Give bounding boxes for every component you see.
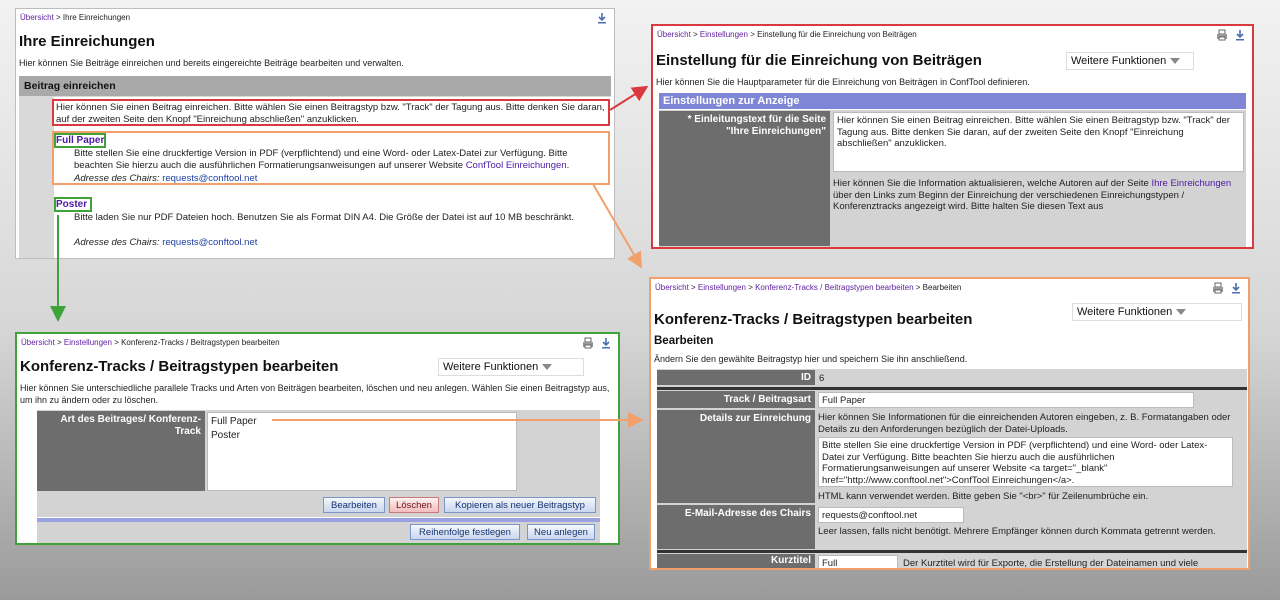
conftool-link[interactable]: ConfTool Einreichungen xyxy=(466,160,567,171)
breadcrumb-current: Bearbeiten xyxy=(922,283,962,292)
breadcrumb-current: Konferenz-Tracks / Beitragstypen bearbei… xyxy=(121,338,280,347)
email-input[interactable]: requests@conftool.net xyxy=(818,507,964,523)
new-button[interactable]: Neu anlegen xyxy=(527,524,595,540)
list-item[interactable]: Poster xyxy=(211,429,513,443)
html-note: HTML kann verwendet werden. Bitte geben … xyxy=(818,491,1149,502)
breadcrumb-tracks-link[interactable]: Konferenz-Tracks / Beitragstypen bearbei… xyxy=(755,283,913,292)
details-textarea[interactable]: Bitte stellen Sie eine druckfertige Vers… xyxy=(818,437,1233,487)
page-icons xyxy=(596,12,608,24)
page-icons xyxy=(1216,29,1246,41)
breadcrumb-settings-link[interactable]: Einstellungen xyxy=(64,338,112,347)
breadcrumb: Übersicht > Einstellungen > Einstellung … xyxy=(657,30,917,39)
more-functions-dropdown[interactable]: Weitere Funktionen xyxy=(1072,303,1242,321)
edit-button[interactable]: Bearbeiten xyxy=(323,497,385,513)
chair-email-link[interactable]: requests@conftool.net xyxy=(162,237,257,248)
download-icon[interactable] xyxy=(596,12,608,24)
poster-description: Bitte laden Sie nur PDF Dateien hoch. Be… xyxy=(74,212,575,223)
track-label: Track / Beitragsart xyxy=(657,391,815,408)
full-paper-chair: Adresse des Chairs: requests@conftool.ne… xyxy=(74,173,257,185)
divider xyxy=(657,387,1247,390)
type-poster-link[interactable]: Poster xyxy=(56,199,87,210)
download-icon[interactable] xyxy=(1230,282,1242,294)
breadcrumb-home-link[interactable]: Übersicht xyxy=(657,30,691,39)
short-title-label: Kurztitel xyxy=(657,554,815,568)
chevron-down-icon xyxy=(1176,309,1187,315)
chevron-down-icon xyxy=(542,364,553,370)
more-functions-dropdown[interactable]: Weitere Funktionen xyxy=(438,358,584,376)
page-description: Hier können Sie Beiträge einreichen und … xyxy=(19,58,404,68)
panel-tracks-bearbeiten: Übersicht > Einstellungen > Konferenz-Tr… xyxy=(649,277,1250,570)
page-icons xyxy=(582,337,612,349)
divider xyxy=(657,550,1247,553)
breadcrumb: Übersicht > Einstellungen > Konferenz-Tr… xyxy=(655,283,962,292)
page-description: Hier können Sie die Hauptparameter für d… xyxy=(656,77,1030,87)
breadcrumb-current: Ihre Einreichungen xyxy=(62,13,131,22)
delete-button[interactable]: Löschen xyxy=(389,497,439,513)
page-title: Ihre Einreichungen xyxy=(19,33,155,50)
track-listbox[interactable]: Full Paper Poster xyxy=(207,412,517,491)
intro-help: Hier können Sie die Information aktualis… xyxy=(833,178,1243,212)
more-functions-dropdown[interactable]: Weitere Funktionen xyxy=(1066,52,1194,70)
section-header: Einstellungen zur Anzeige xyxy=(659,93,1246,109)
chevron-down-icon xyxy=(1170,58,1181,64)
page-icons xyxy=(1212,282,1242,294)
breadcrumb-home-link[interactable]: Übersicht xyxy=(21,338,55,347)
id-value: 6 xyxy=(819,373,825,384)
short-title-help: Der Kurztitel wird für Exporte, die Erst… xyxy=(903,558,1199,569)
page-title: Einstellung für die Einreichung von Beit… xyxy=(656,52,982,69)
track-name-input[interactable]: Full Paper xyxy=(818,392,1194,408)
intro-text-textarea[interactable]: Hier können Sie einen Beitrag einreichen… xyxy=(833,112,1244,172)
email-label: E-Mail-Adresse des Chairs xyxy=(657,505,815,549)
breadcrumb: Übersicht > Ihre Einreichungen xyxy=(20,13,131,22)
breadcrumb-current: Einstellung für die Einreichung von Beit… xyxy=(757,30,917,39)
breadcrumb-settings-link[interactable]: Einstellungen xyxy=(698,283,746,292)
section-header: Beitrag einreichen xyxy=(19,76,611,96)
email-help: Leer lassen, falls nicht benötigt. Mehre… xyxy=(818,526,1216,537)
more-functions-label: Weitere Funktionen xyxy=(443,361,539,373)
chair-label: Adresse des Chairs: xyxy=(74,173,160,184)
panel-ihre-einreichungen: Übersicht > Ihre Einreichungen Ihre Einr… xyxy=(15,8,615,259)
help-text-rest: über den Links zum Beginn der Einreichun… xyxy=(833,189,1185,213)
panel-einstellung-einreichung: Übersicht > Einstellungen > Einstellung … xyxy=(651,24,1254,249)
details-label: Details zur Einreichung xyxy=(657,410,815,503)
breadcrumb-settings-link[interactable]: Einstellungen xyxy=(700,30,748,39)
type-full-paper-link[interactable]: Full Paper xyxy=(56,135,104,146)
track-list-label: Art des Beitrages/ Konferenz-Track xyxy=(37,411,205,491)
red-arrow xyxy=(609,85,649,111)
print-icon[interactable] xyxy=(1212,282,1224,294)
print-icon[interactable] xyxy=(582,337,594,349)
help-link[interactable]: Ihre Einreichungen xyxy=(1151,178,1231,189)
intro-text-label: * Einleitungstext für die Seite "Ihre Ei… xyxy=(659,111,830,246)
id-label: ID xyxy=(657,370,815,385)
breadcrumb-home-link[interactable]: Übersicht xyxy=(655,283,689,292)
panel-tracks-liste: Übersicht > Einstellungen > Konferenz-Tr… xyxy=(15,332,620,545)
chair-email-link[interactable]: requests@conftool.net xyxy=(162,173,257,184)
order-button[interactable]: Reihenfolge festlegen xyxy=(410,524,520,540)
page-title: Konferenz-Tracks / Beitragstypen bearbei… xyxy=(20,358,339,375)
poster-chair: Adresse des Chairs: requests@conftool.ne… xyxy=(74,237,257,249)
details-help: Hier können Sie Informationen für die ei… xyxy=(818,412,1231,435)
full-paper-text: Bitte stellen Sie eine druckfertige Vers… xyxy=(74,148,570,171)
intro-text: Hier können Sie einen Beitrag einreichen… xyxy=(56,102,605,125)
page-description: Ändern Sie den gewählte Beitragstyp hier… xyxy=(654,354,968,364)
download-icon[interactable] xyxy=(1234,29,1246,41)
chair-label: Adresse des Chairs: xyxy=(74,237,160,248)
page-subtitle: Bearbeiten xyxy=(654,335,714,347)
page-description: Hier können Sie unterschiedliche paralle… xyxy=(20,383,610,405)
breadcrumb: Übersicht > Einstellungen > Konferenz-Tr… xyxy=(21,338,280,347)
copy-button[interactable]: Kopieren als neuer Beitragstyp xyxy=(444,497,596,513)
print-icon[interactable] xyxy=(1216,29,1228,41)
help-text: Hier können Sie die Information aktualis… xyxy=(833,178,1149,189)
list-item[interactable]: Full Paper xyxy=(211,415,513,429)
more-functions-label: Weitere Funktionen xyxy=(1071,55,1167,67)
more-functions-label: Weitere Funktionen xyxy=(1077,306,1173,318)
page-title: Konferenz-Tracks / Beitragstypen bearbei… xyxy=(654,311,973,328)
short-title-input[interactable]: Full xyxy=(818,555,898,568)
download-icon[interactable] xyxy=(600,337,612,349)
breadcrumb-home-link[interactable]: Übersicht xyxy=(20,13,54,22)
